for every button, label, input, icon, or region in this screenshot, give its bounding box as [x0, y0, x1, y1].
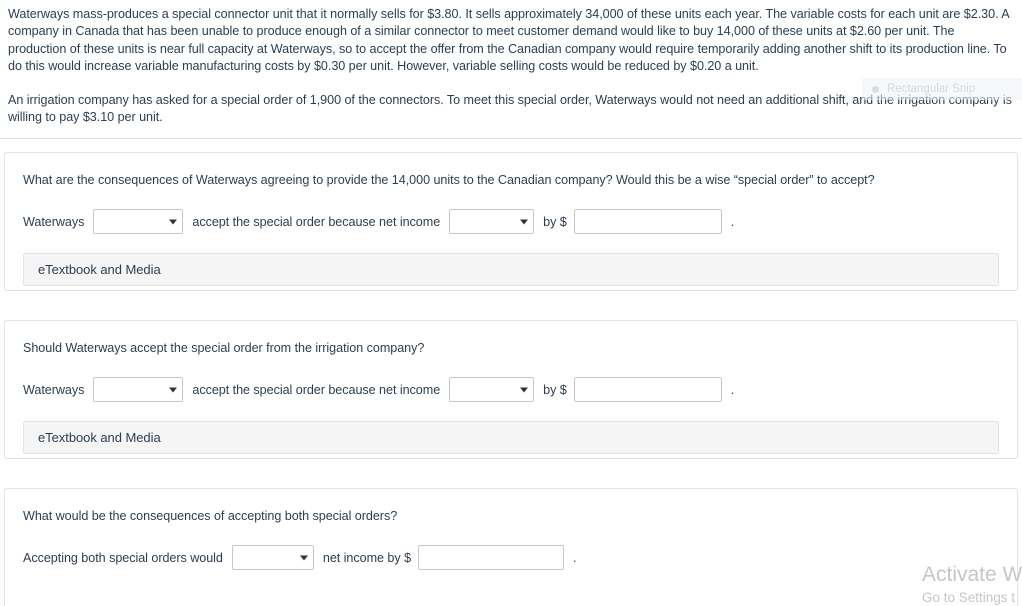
direction-select-wrap-2	[449, 377, 535, 402]
decision-select-1[interactable]	[93, 209, 184, 234]
amount-input-1[interactable]	[573, 209, 722, 234]
answer-row-3: Accepting both special orders would net …	[5, 525, 1017, 570]
question-card-1: What are the consequences of Waterways a…	[4, 152, 1018, 291]
answer-lead-label-3: Accepting both special orders would	[23, 550, 223, 565]
answer-middle-label-1: accept the special order because net inc…	[192, 214, 441, 229]
etextbook-and-media-label-2: eTextbook and Media	[38, 430, 161, 445]
direction-select-2[interactable]	[449, 377, 535, 402]
amount-input-2[interactable]	[573, 377, 722, 402]
decision-select-wrap-1	[93, 209, 184, 234]
direction-select-wrap-3	[231, 545, 314, 570]
answer-lead-label-2: Waterways	[23, 382, 85, 397]
snip-tool-label: Rectangular Snip	[887, 83, 976, 95]
scenario-paragraph-1: Waterways mass-produces a special connec…	[8, 7, 1009, 73]
decision-select-2[interactable]	[93, 377, 184, 402]
answer-by-label-3: net income by $	[322, 550, 412, 565]
question-card-2: Should Waterways accept the special orde…	[4, 320, 1018, 459]
answer-by-label-1: by $	[543, 214, 567, 229]
answer-trailing-punctuation-3: .	[573, 550, 577, 565]
answer-trailing-punctuation-1: .	[730, 214, 735, 229]
question-card-3: What would be the consequences of accept…	[4, 488, 1018, 606]
answer-middle-label-2: accept the special order because net inc…	[192, 382, 441, 397]
etextbook-and-media-label-1: eTextbook and Media	[38, 262, 161, 277]
direction-select-1[interactable]	[449, 209, 535, 234]
amount-input-3[interactable]	[418, 545, 565, 570]
etextbook-and-media-bar-2[interactable]: eTextbook and Media	[23, 421, 999, 454]
scenario-card: Waterways mass-produces a special connec…	[0, 0, 1022, 139]
exercise-page: Waterways mass-produces a special connec…	[0, 0, 1022, 606]
scenario-body: Waterways mass-produces a special connec…	[0, 0, 1022, 127]
direction-select-wrap-1	[449, 209, 535, 234]
answer-trailing-punctuation-2: .	[730, 382, 735, 397]
question-prompt-1: What are the consequences of Waterways a…	[23, 173, 875, 187]
question-prompt-2: Should Waterways accept the special orde…	[23, 341, 425, 355]
snip-tool-icon	[872, 85, 879, 93]
etextbook-and-media-bar-1[interactable]: eTextbook and Media	[23, 253, 999, 286]
answer-row-2: Waterways accept the special order becau…	[5, 357, 1017, 402]
snip-tool-overlay: Rectangular Snip	[862, 78, 1022, 100]
direction-select-3[interactable]	[231, 545, 314, 570]
question-prompt-3: What would be the consequences of accept…	[23, 509, 398, 523]
answer-row-1: Waterways accept the special order becau…	[5, 189, 1017, 234]
answer-lead-label-1: Waterways	[23, 214, 85, 229]
answer-by-label-2: by $	[543, 382, 567, 397]
decision-select-wrap-2	[93, 377, 184, 402]
